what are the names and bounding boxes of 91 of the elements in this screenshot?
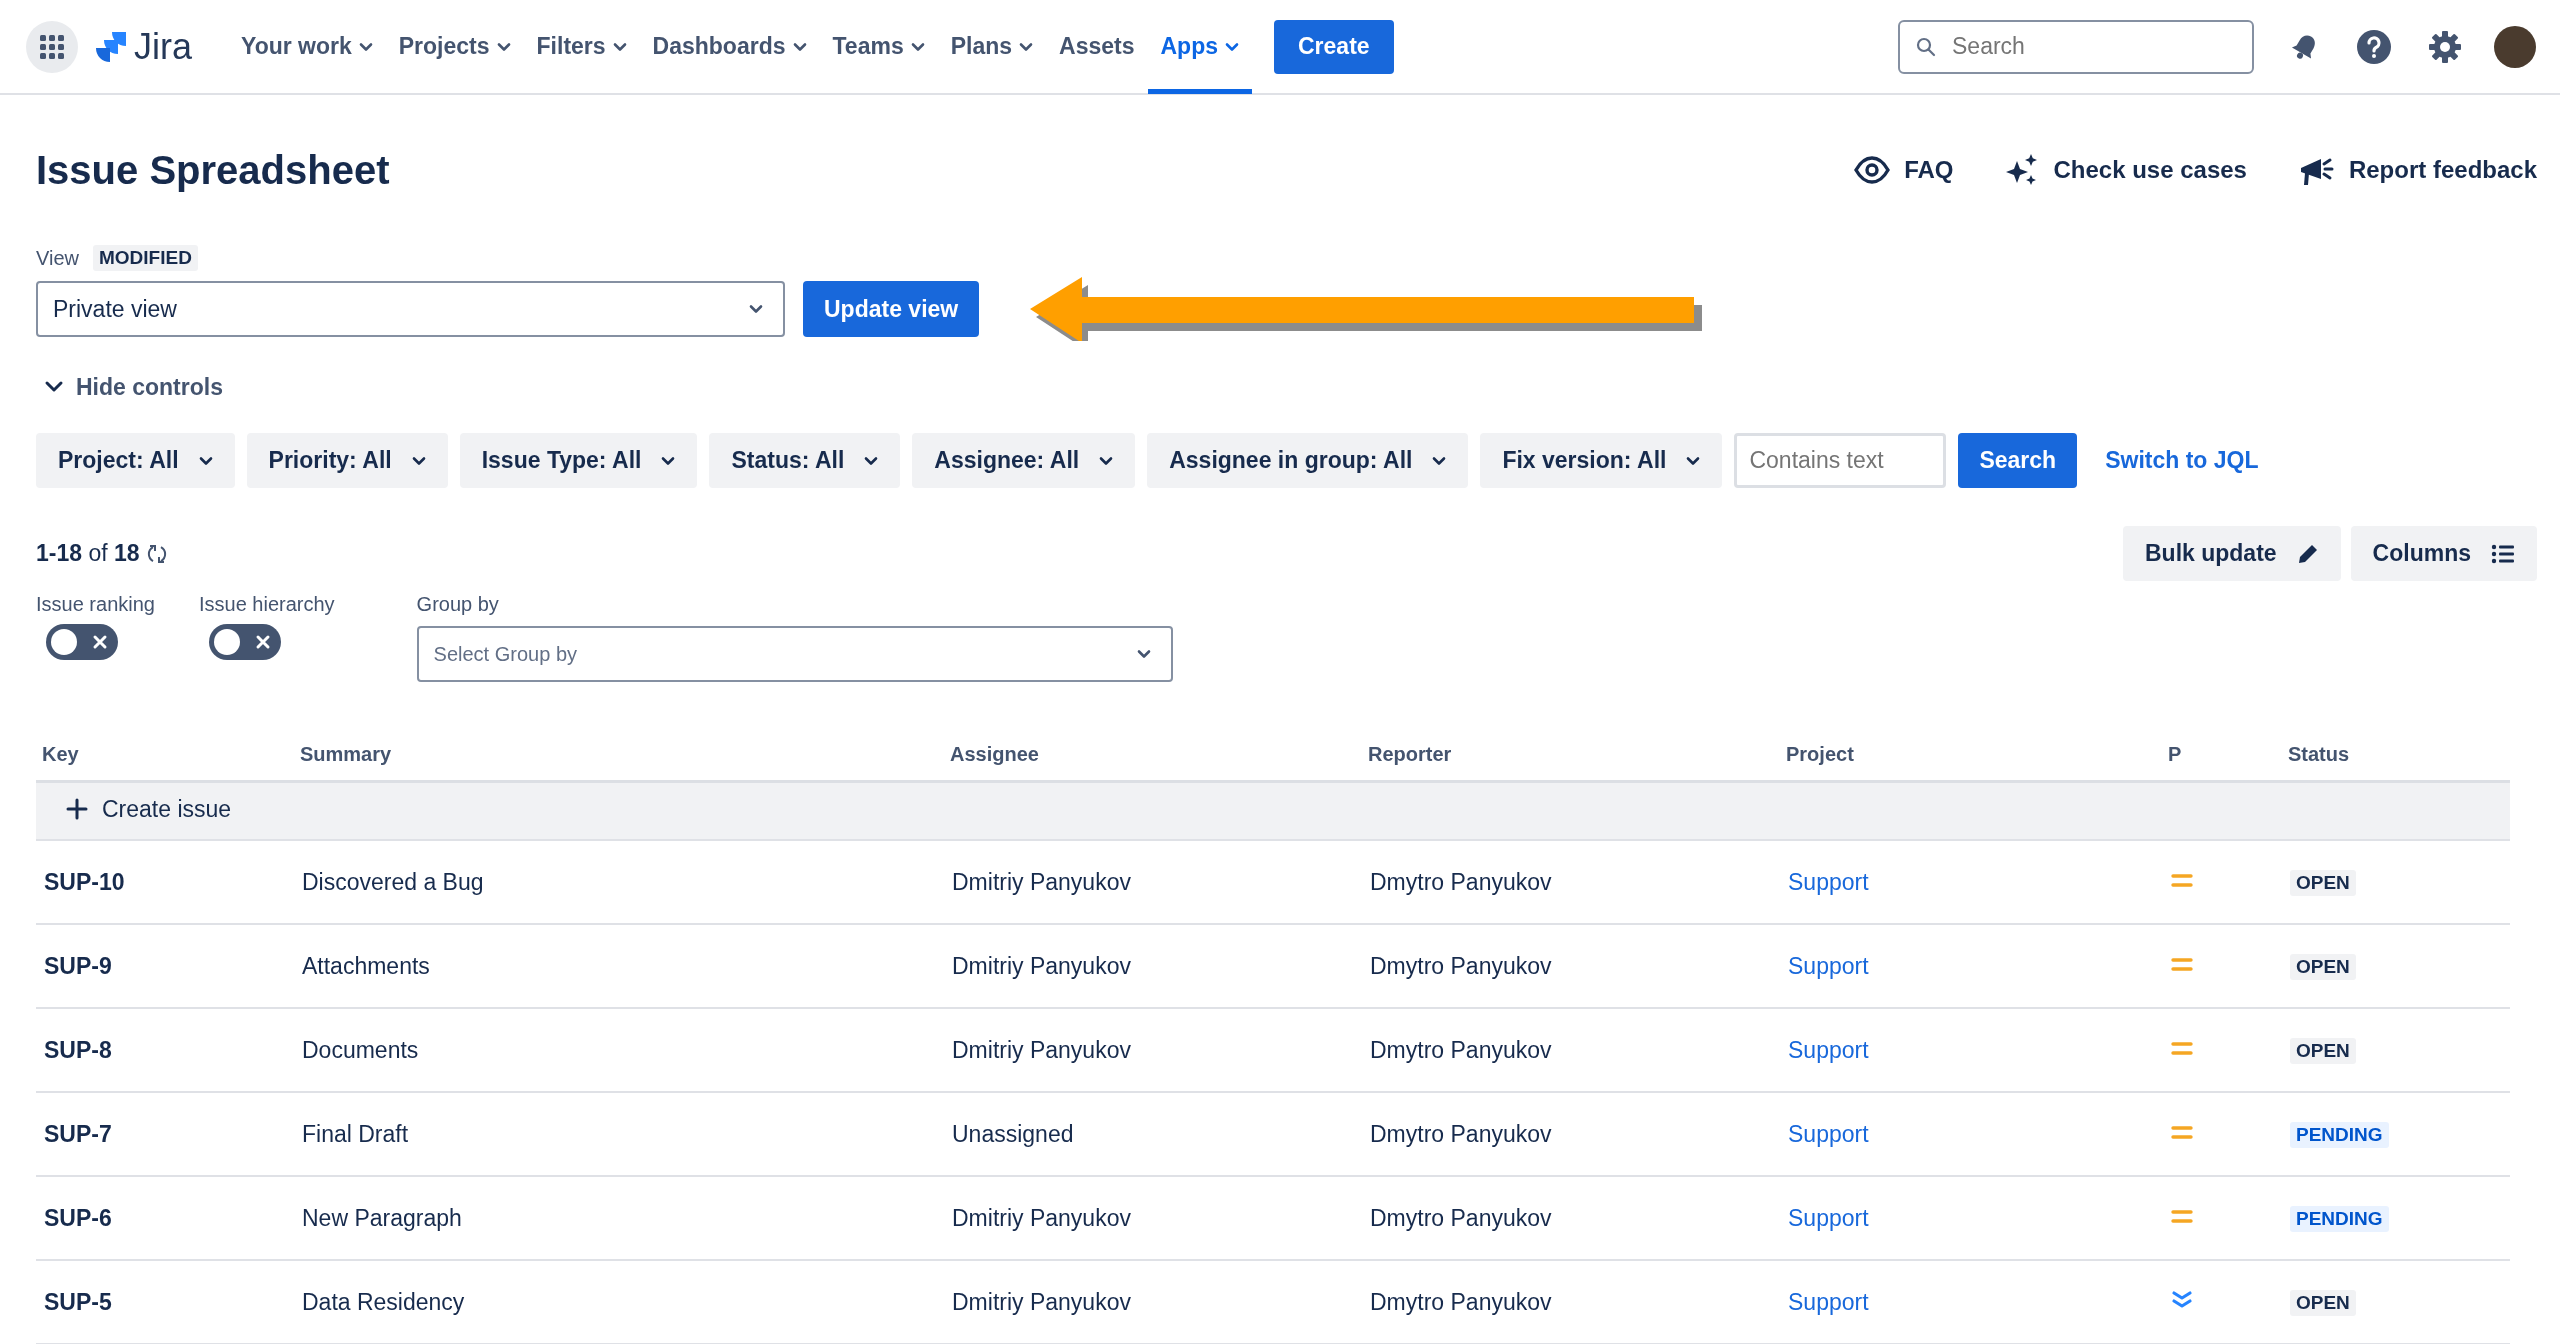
issue-key[interactable]: SUP-7: [44, 1120, 112, 1147]
table-cell: Data Residency: [302, 1288, 465, 1315]
table-cell: Discovered a Bug: [302, 868, 484, 895]
table-cell: Dmytro Panyukov: [1370, 952, 1552, 979]
nav-menu-item[interactable]: Projects: [385, 0, 524, 94]
toggle-switch[interactable]: [208, 624, 281, 660]
nav-menu-item[interactable]: Dashboards: [639, 0, 820, 94]
pencil-icon: [2296, 542, 2319, 565]
avatar[interactable]: [2494, 25, 2536, 68]
header-action-link[interactable]: Report feedback: [2298, 153, 2537, 187]
nav-menu-item[interactable]: Plans: [937, 0, 1047, 94]
text-search-field[interactable]: Contains text: [1734, 433, 1947, 488]
table-cell: Dmitriy Panyukov: [952, 1204, 1131, 1231]
filter-dropdown[interactable]: Project: All: [36, 433, 235, 488]
refresh-icon[interactable]: [146, 543, 167, 564]
plus-icon: [66, 798, 88, 821]
modified-badge: MODIFIED: [93, 245, 198, 271]
status-lozenge: OPEN: [2290, 1038, 2356, 1064]
list-icon: [2491, 543, 2515, 564]
table-cell: Final Draft: [302, 1120, 409, 1147]
table-cell: Dmytro Panyukov: [1370, 1120, 1552, 1147]
table-cell: Dmytro Panyukov: [1370, 1288, 1552, 1315]
project-link[interactable]: Support: [1788, 1120, 1869, 1147]
issue-key[interactable]: SUP-6: [44, 1204, 112, 1231]
toggle-switch[interactable]: [46, 624, 118, 660]
create-issue-button[interactable]: Create issue: [66, 795, 232, 823]
result-count: 1-18 of 18: [36, 540, 140, 567]
chevron-down-icon: [749, 302, 763, 316]
columns-button[interactable]: Columns: [2350, 526, 2537, 581]
issue-key[interactable]: SUP-10: [44, 868, 125, 895]
product-name[interactable]: Jira: [134, 25, 192, 68]
create-button[interactable]: Create: [1274, 19, 1394, 74]
project-link[interactable]: Support: [1788, 1036, 1869, 1063]
status-lozenge: OPEN: [2290, 1290, 2356, 1316]
issue-key[interactable]: SUP-8: [44, 1036, 112, 1063]
table-cell: Documents: [302, 1036, 419, 1063]
table-cell: Dmitriy Panyukov: [952, 1288, 1131, 1315]
status-lozenge: OPEN: [2290, 870, 2356, 896]
table-cell: Attachments: [302, 952, 430, 979]
field-label: Group by: [416, 593, 500, 616]
filter-dropdown[interactable]: Issue Type: All: [459, 433, 698, 488]
hide-controls-toggle[interactable]: Hide controls: [44, 369, 223, 405]
jira-logo-icon: [94, 29, 128, 64]
project-link[interactable]: Support: [1788, 952, 1869, 979]
field-label: View: [36, 246, 79, 270]
table-cell: Dmitriy Panyukov: [952, 952, 1131, 979]
table-cell: Dmitriy Panyukov: [952, 868, 1131, 895]
status-lozenge: OPEN: [2290, 954, 2356, 980]
filter-dropdown[interactable]: Priority: All: [246, 433, 448, 488]
filter-dropdown[interactable]: Assignee in group: All: [1147, 433, 1469, 488]
table-cell: Dmitriy Panyukov: [952, 1036, 1131, 1063]
cross-icon: [254, 634, 271, 650]
table-cell: Dmytro Panyukov: [1370, 1036, 1552, 1063]
issue-key[interactable]: SUP-9: [44, 952, 112, 979]
nav-menu-item[interactable]: Apps: [1147, 0, 1252, 94]
switch-to-jql-link[interactable]: Switch to JQL: [2105, 447, 2259, 474]
table-cell: Dmytro Panyukov: [1370, 868, 1552, 895]
grid-icon: [40, 34, 64, 59]
header-action-link[interactable]: Check use cases: [2005, 153, 2247, 187]
toggle-label: Issue hierarchy: [198, 593, 335, 616]
nav-menu-item[interactable]: Assets: [1046, 0, 1148, 94]
update-view-button[interactable]: Update view: [803, 281, 980, 337]
nav-menu-item[interactable]: Your work: [228, 0, 386, 94]
nav-menu-item[interactable]: Filters: [523, 0, 640, 94]
app-switcher-button[interactable]: [26, 20, 78, 73]
search-button[interactable]: Search: [1958, 433, 2078, 488]
cross-icon: [92, 634, 108, 650]
settings-icon[interactable]: [2428, 29, 2462, 64]
header-action-link[interactable]: FAQ: [1854, 156, 1954, 184]
page-title: Issue Spreadsheet: [36, 147, 391, 193]
issue-key[interactable]: SUP-5: [44, 1288, 112, 1315]
table-cell: Unassigned: [952, 1120, 1074, 1147]
toggle-label: Issue ranking: [36, 593, 155, 616]
filter-dropdown[interactable]: Fix version: All: [1480, 433, 1723, 488]
eye-icon: [1854, 156, 1891, 184]
project-link[interactable]: Support: [1788, 868, 1869, 895]
nav-menu-item[interactable]: Teams: [819, 0, 938, 94]
bulk-update-button[interactable]: Bulk update: [2123, 526, 2341, 581]
project-link[interactable]: Support: [1788, 1204, 1869, 1231]
table-cell: New Paragraph: [302, 1204, 462, 1231]
group-by-select[interactable]: Select Group by: [416, 626, 1173, 682]
search-field[interactable]: Search: [1898, 19, 2254, 74]
status-lozenge: PENDING: [2290, 1122, 2389, 1148]
chevron-down-icon: [1136, 647, 1151, 661]
help-icon[interactable]: [2356, 28, 2392, 65]
filter-dropdown[interactable]: Assignee: All: [912, 433, 1136, 488]
view-select[interactable]: Private view: [36, 281, 785, 337]
project-link[interactable]: Support: [1788, 1288, 1869, 1315]
filter-dropdown[interactable]: Status: All: [709, 433, 901, 488]
status-lozenge: PENDING: [2290, 1206, 2389, 1232]
table-cell: Dmytro Panyukov: [1370, 1204, 1552, 1231]
